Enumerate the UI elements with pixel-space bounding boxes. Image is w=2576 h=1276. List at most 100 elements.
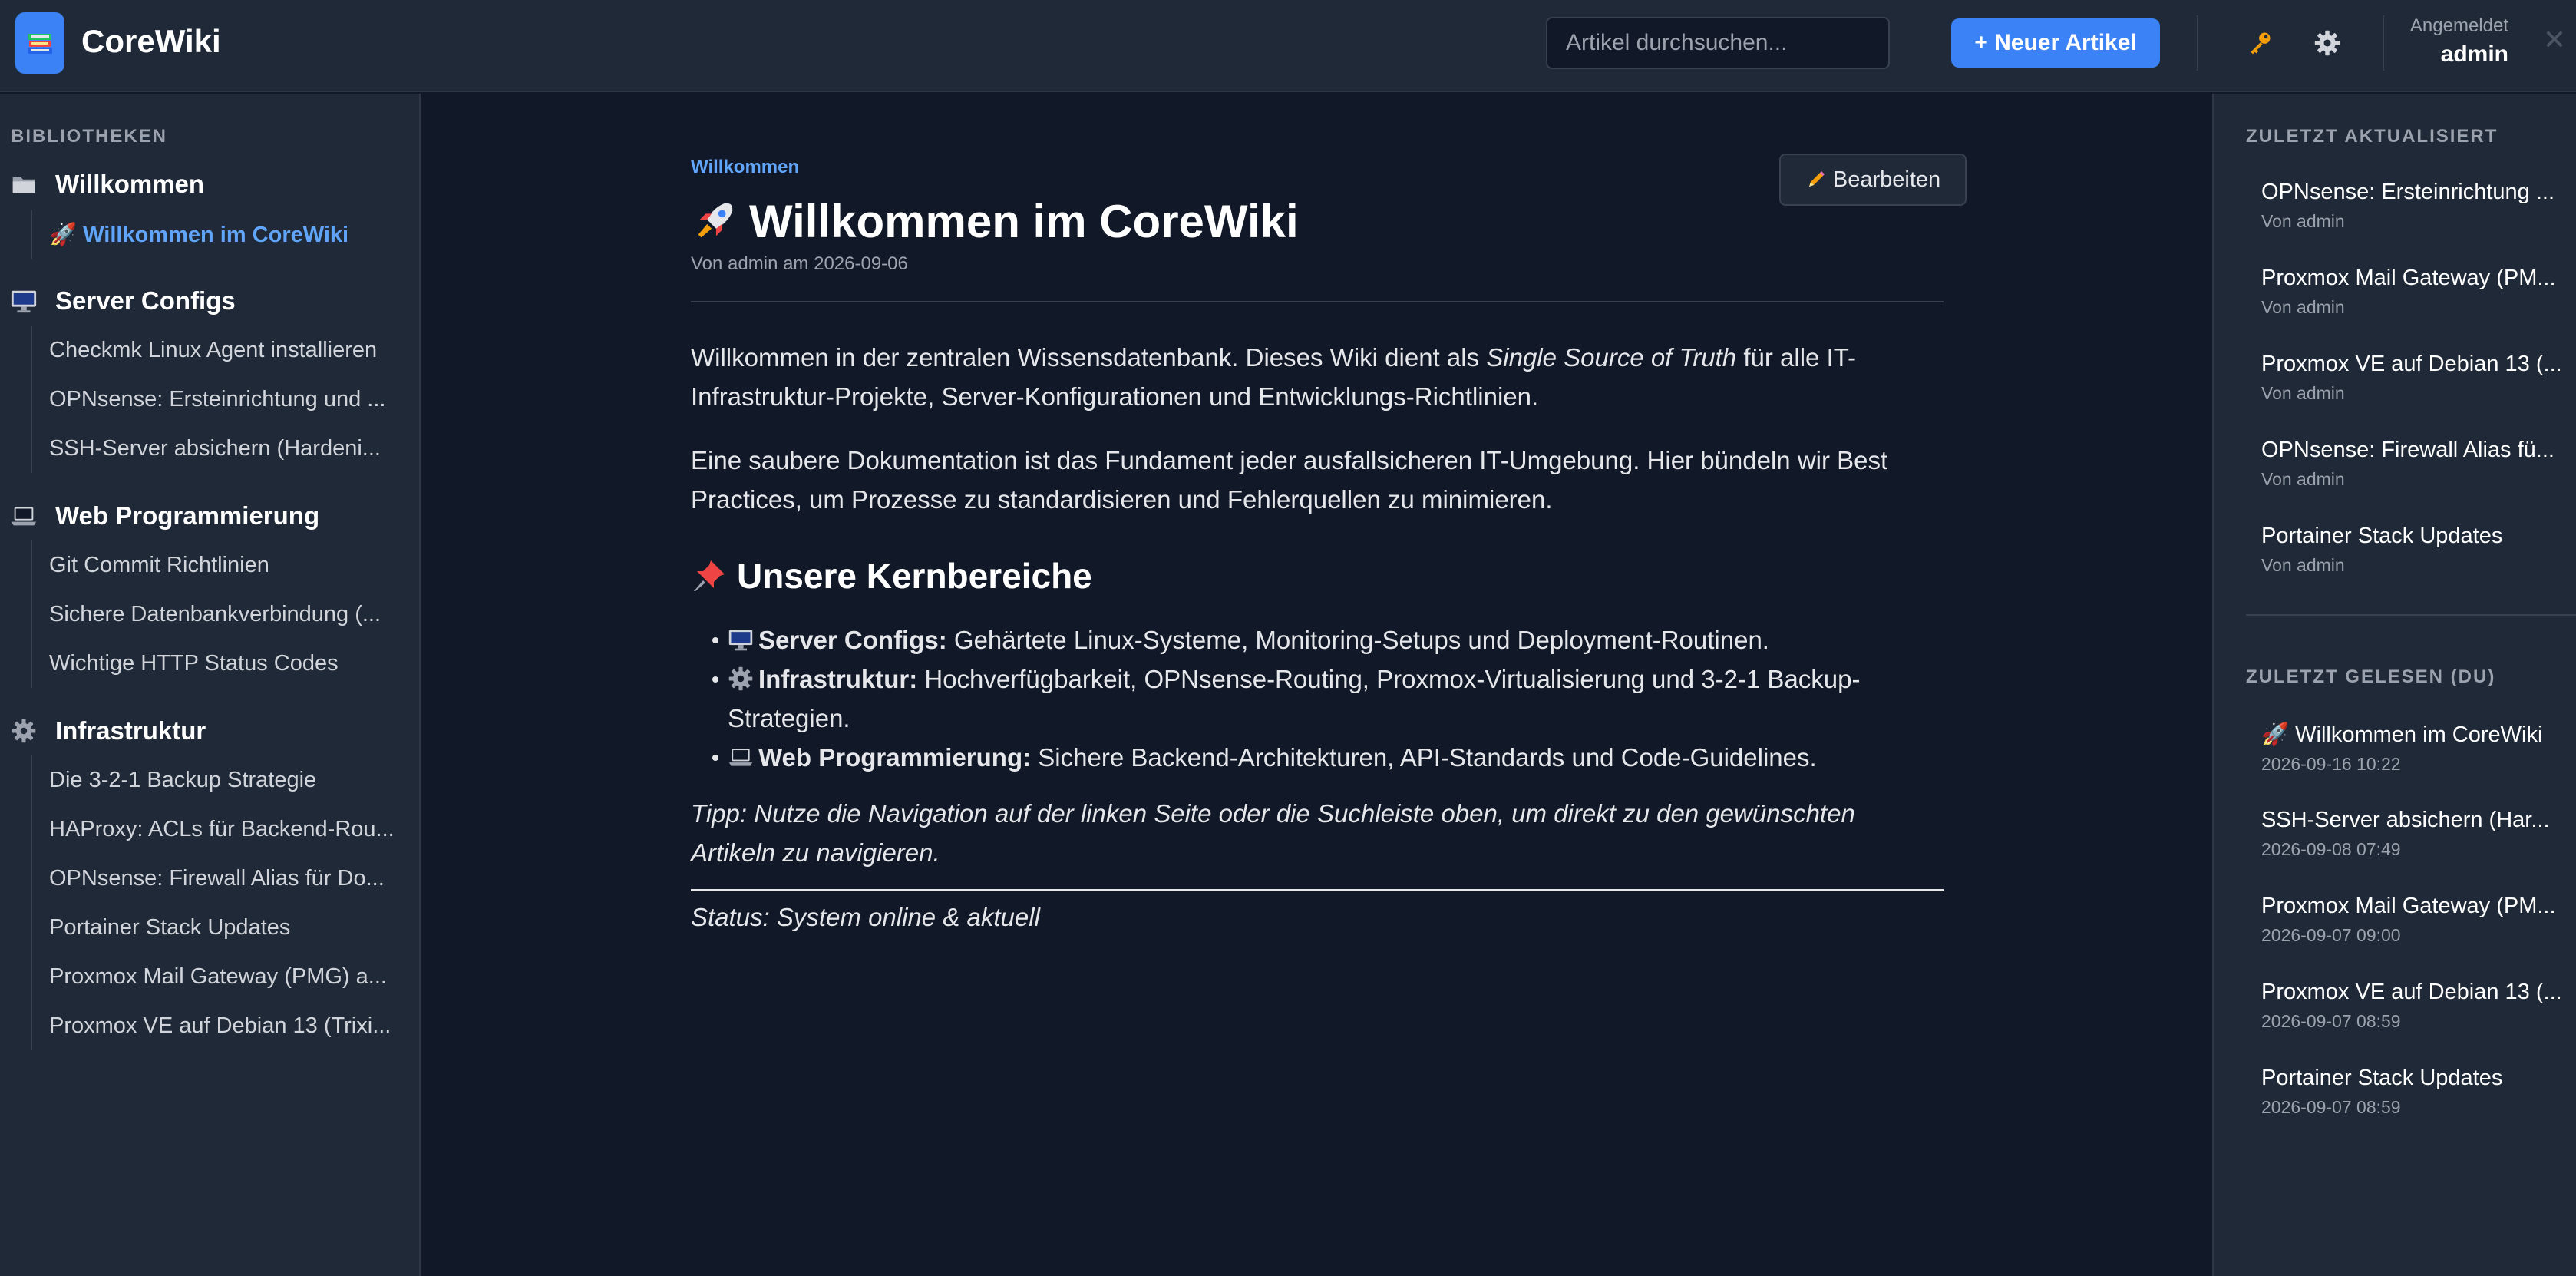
recent-item-author: Von admin — [2261, 555, 2345, 575]
pencil-icon — [1808, 171, 1825, 187]
list-item: Infrastruktur: Hochverfügbarkeit, OPNsen… — [712, 659, 1944, 738]
laptop-icon — [728, 749, 753, 766]
app-root: CoreWiki + Neuer Artikel — [0, 0, 2576, 1276]
paragraph: Eine saubere Dokumentation ist das Funda… — [691, 446, 1888, 514]
breadcrumb[interactable]: Willkommen — [691, 157, 799, 178]
sidebar-item-git-commit[interactable]: Git Commit Richtlinien — [32, 540, 399, 590]
sidebar-item-proxmox-ve[interactable]: Proxmox VE auf Debian 13 (Trixi... — [32, 1001, 399, 1050]
key-icon[interactable] — [2243, 26, 2277, 60]
gear-icon — [9, 716, 38, 745]
top-header: CoreWiki + Neuer Artikel — [0, 0, 2576, 92]
activity-sidebar: ZULETZT AKTUALISIERT OPNsense: Ersteinri… — [2212, 94, 2576, 1276]
desktop-icon — [9, 286, 38, 316]
recent-item-title: Proxmox VE auf Debian 13 (... — [2261, 352, 2562, 376]
divider — [691, 301, 1944, 302]
sidebar-item-haproxy-acls[interactable]: HAProxy: ACLs für Backend-Rou... — [32, 805, 399, 854]
recent-item-title: OPNsense: Firewall Alias fü... — [2261, 438, 2555, 462]
edit-button[interactable]: Bearbeiten — [1779, 154, 1967, 206]
sidebar-item-opnsense-alias[interactable]: OPNsense: Firewall Alias für Do... — [32, 854, 399, 903]
library-list-infrastruktur: Die 3-2-1 Backup Strategie HAProxy: ACLs… — [31, 755, 399, 1050]
intro-text: Willkommen in der zentralen Wissensdaten… — [691, 343, 1487, 372]
pushpin-icon — [694, 560, 725, 591]
list-item-label: Server Configs: — [758, 626, 947, 654]
user-caption: Angemeldet — [2409, 15, 2508, 36]
list-item-label: Infrastruktur: — [758, 665, 918, 693]
read-item-title: 🚀 Willkommen im CoreWiki — [2261, 722, 2543, 747]
list-item-text: Sichere Backend-Architekturen, API-Stand… — [1031, 743, 1817, 772]
recent-item-author: Von admin — [2261, 469, 2345, 489]
user-name: admin — [2440, 41, 2508, 67]
recently-updated-item[interactable]: OPNsense: Firewall Alias fü... Von admin — [2261, 438, 2576, 490]
recently-updated-heading: ZULETZT AKTUALISIERT — [2246, 126, 2498, 147]
desktop-icon — [728, 630, 753, 651]
section-heading: Unsere Kernbereiche — [691, 553, 1944, 599]
library-title-label: Web Programmierung — [55, 501, 320, 530]
search-input[interactable] — [1546, 17, 1890, 69]
sidebar-item-backup-strategy[interactable]: Die 3-2-1 Backup Strategie — [32, 755, 399, 805]
sidebar-heading: BIBLIOTHEKEN — [11, 126, 167, 147]
app-title[interactable]: CoreWiki — [81, 23, 221, 60]
new-article-button[interactable]: + Neuer Artikel — [1951, 18, 2160, 68]
page-title-text: Willkommen im CoreWiki — [749, 195, 1299, 247]
sidebar-item-portainer[interactable]: Portainer Stack Updates — [32, 903, 399, 952]
tip-text: Tipp: Nutze die Navigation auf der linke… — [691, 799, 1855, 867]
read-item-title: SSH-Server absichern (Har... — [2261, 808, 2550, 832]
library-title-web-programmierung[interactable]: Web Programmierung — [9, 498, 319, 534]
divider — [691, 889, 1944, 891]
library-title-infrastruktur[interactable]: Infrastruktur — [9, 712, 206, 749]
sidebar-item-db-connection[interactable]: Sichere Datenbankverbindung (... — [32, 590, 399, 639]
recently-updated-item[interactable]: Portainer Stack Updates Von admin — [2261, 524, 2576, 576]
recently-read-item[interactable]: Portainer Stack Updates 2026-09-07 08:59 — [2261, 1066, 2576, 1118]
recently-updated-item[interactable]: Proxmox Mail Gateway (PM... Von admin — [2261, 266, 2576, 318]
close-icon[interactable]: ✕ — [2539, 23, 2570, 57]
header-divider — [2383, 15, 2384, 71]
list-item-label: Web Programmierung: — [758, 743, 1032, 772]
intro-paragraph: Willkommen in der zentralen Wissensdaten… — [691, 338, 1944, 416]
sidebar-item-ssh-hardening[interactable]: SSH-Server absichern (Hardeni... — [32, 424, 399, 473]
library-title-server-configs[interactable]: Server Configs — [9, 283, 236, 319]
recently-updated-item[interactable]: Proxmox VE auf Debian 13 (... Von admin — [2261, 352, 2576, 404]
books-logo-icon[interactable] — [15, 12, 64, 74]
rocket-icon — [698, 203, 733, 238]
recently-read-item[interactable]: SSH-Server absichern (Har... 2026-09-08 … — [2261, 808, 2576, 860]
folder-icon — [9, 170, 38, 199]
recent-item-author: Von admin — [2261, 297, 2345, 317]
article-body: Willkommen in der zentralen Wissensdaten… — [691, 338, 1944, 961]
recently-updated-item[interactable]: OPNsense: Ersteinrichtung ... Von admin — [2261, 180, 2576, 232]
recently-read-heading: ZULETZT GELESEN (DU) — [2246, 666, 2496, 687]
recently-read-item[interactable]: Proxmox Mail Gateway (PM... 2026-09-07 0… — [2261, 894, 2576, 946]
library-title-label: Server Configs — [55, 286, 236, 315]
list-item-text: Gehärtete Linux-Systeme, Monitoring-Setu… — [946, 626, 1769, 654]
library-title-willkommen[interactable]: Willkommen — [9, 166, 204, 203]
status-text: Status: System online & aktuell — [691, 903, 1040, 931]
list-item: Web Programmierung: Sichere Backend-Arch… — [712, 738, 1944, 777]
core-areas-list: Server Configs: Gehärtete Linux-Systeme,… — [712, 620, 1944, 777]
recently-read-item[interactable]: Proxmox VE auf Debian 13 (... 2026-09-07… — [2261, 980, 2576, 1032]
list-item: Server Configs: Gehärtete Linux-Systeme,… — [712, 620, 1944, 659]
edit-button-label: Bearbeiten — [1832, 167, 1941, 192]
header-divider — [2197, 15, 2198, 71]
sidebar-item-opnsense-setup[interactable]: OPNsense: Ersteinrichtung und ... — [32, 375, 399, 424]
user-info[interactable]: Angemeldet admin — [2395, 15, 2508, 68]
intro-emphasis: Single Source of Truth — [1486, 343, 1737, 372]
recent-item-title: Portainer Stack Updates — [2261, 524, 2503, 548]
recent-item-author: Von admin — [2261, 211, 2345, 231]
sidebar-item-proxmox-mail[interactable]: Proxmox Mail Gateway (PMG) a... — [32, 952, 399, 1001]
page-title: Willkommen im CoreWiki — [691, 190, 1299, 252]
library-title-label: Infrastruktur — [55, 716, 206, 745]
recent-item-author: Von admin — [2261, 383, 2345, 403]
library-sidebar: BIBLIOTHEKEN Willkommen 🚀 Willkommen im … — [0, 94, 421, 1276]
sidebar-item-willkommen-im-corewiki[interactable]: 🚀 Willkommen im CoreWiki — [32, 210, 399, 259]
library-list-willkommen: 🚀 Willkommen im CoreWiki — [31, 210, 399, 259]
read-item-timestamp: 2026-09-16 10:22 — [2261, 754, 2401, 774]
read-item-timestamp: 2026-09-07 09:00 — [2261, 925, 2401, 945]
read-item-timestamp: 2026-09-08 07:49 — [2261, 839, 2401, 859]
recently-read-item[interactable]: 🚀 Willkommen im CoreWiki 2026-09-16 10:2… — [2261, 722, 2576, 775]
read-item-title: Proxmox VE auf Debian 13 (... — [2261, 980, 2562, 1004]
main-content: Willkommen Bearbeiten Willkommen im Core… — [422, 94, 2212, 1276]
library-list-web-programmierung: Git Commit Richtlinien Sichere Datenbank… — [31, 540, 399, 688]
sidebar-item-http-status[interactable]: Wichtige HTTP Status Codes — [32, 639, 399, 688]
section-heading-text: Unsere Kernbereiche — [737, 555, 1092, 596]
sidebar-item-checkmk[interactable]: Checkmk Linux Agent installieren — [32, 326, 399, 375]
gear-icon[interactable] — [2310, 26, 2344, 60]
